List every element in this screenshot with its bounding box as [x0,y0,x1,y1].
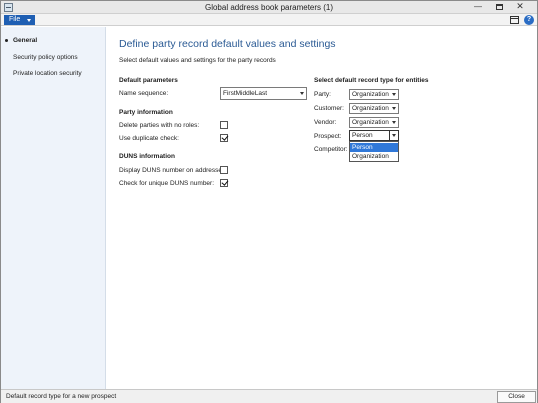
prospect-dropdown-list: Person Organization [349,141,399,162]
maximize-button[interactable] [490,1,508,13]
name-sequence-select[interactable]: FirstMiddleLast [220,87,307,100]
nav-active-bullet [5,39,8,42]
file-menu-button[interactable]: File [4,15,35,25]
default-parameters-heading: Default parameters [119,77,178,84]
party-information-heading: Party information [119,109,173,116]
duns-information-heading: DUNS information [119,153,175,160]
party-type-value: Organization [352,91,389,98]
close-window-button[interactable]: ✕ [511,1,529,13]
delete-parties-label: Delete parties with no roles: [119,122,200,129]
unique-duns-label: Check for unique DUNS number: [119,180,215,187]
display-duns-label: Display DUNS number on addresses: [119,167,228,174]
record-types-heading: Select default record type for entities [314,77,429,84]
name-sequence-label: Name sequence: [119,90,169,97]
delete-parties-checkbox[interactable] [220,121,228,129]
customer-type-value: Organization [352,105,389,112]
status-bar: Default record type for a new prospect C… [1,389,537,403]
prospect-type-value: Person [352,132,373,139]
party-type-label: Party: [314,91,331,98]
pane-toggle-icon[interactable] [510,16,519,24]
title-bar: Global address book parameters (1) — ✕ [1,1,537,14]
duplicate-check-checkbox[interactable] [220,134,228,142]
file-menu-label: File [9,16,21,23]
display-duns-checkbox[interactable] [220,166,228,174]
dropdown-option-organization[interactable]: Organization [350,152,398,161]
menu-bar: File ? [1,14,537,26]
competitor-type-label: Competitor: [314,146,348,153]
nav-pane: General Security policy options Private … [1,27,106,389]
chevron-down-icon [27,19,31,22]
status-text: Default record type for a new prospect [6,393,117,400]
window-title: Global address book parameters (1) [204,3,334,12]
nav-item-security-policy-options[interactable]: Security policy options [13,54,78,61]
prospect-type-label: Prospect: [314,133,342,140]
customer-type-select[interactable]: Organization [349,103,399,114]
app-window: Global address book parameters (1) — ✕ F… [0,0,538,403]
nav-item-general[interactable]: General [13,37,37,44]
minimize-button[interactable]: — [469,1,487,13]
customer-type-label: Customer: [314,105,344,112]
vendor-type-select[interactable]: Organization [349,117,399,128]
help-icon[interactable]: ? [524,15,534,25]
chevron-down-icon [392,121,396,124]
page-subtitle: Select default values and settings for t… [119,57,276,64]
duplicate-check-label: Use duplicate check: [119,135,179,142]
unique-duns-checkbox[interactable] [220,179,228,187]
close-button[interactable]: Close [497,391,536,403]
chevron-down-icon [389,131,398,140]
maximize-icon [495,4,503,10]
chevron-down-icon [300,92,304,95]
main-content: Define party record default values and s… [107,27,537,389]
dropdown-option-person[interactable]: Person [350,143,398,152]
vendor-type-value: Organization [352,119,389,126]
page-title: Define party record default values and s… [119,38,336,50]
vendor-type-label: Vendor: [314,119,337,126]
chevron-down-icon [392,93,396,96]
prospect-type-select[interactable]: Person [349,130,399,141]
chevron-down-icon [392,107,396,110]
name-sequence-value: FirstMiddleLast [223,90,268,97]
party-type-select[interactable]: Organization [349,89,399,100]
nav-item-private-location-security[interactable]: Private location security [13,70,82,77]
